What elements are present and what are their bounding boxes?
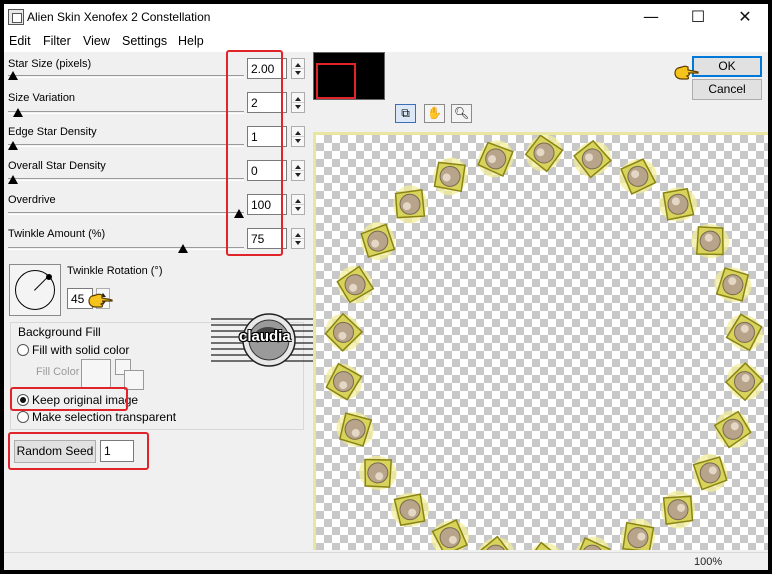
star-orb bbox=[360, 222, 396, 261]
star-orb bbox=[358, 455, 397, 490]
overdrive-spinner[interactable] bbox=[291, 194, 305, 215]
slider-label: Overall Star Density bbox=[8, 160, 106, 172]
menu-settings[interactable]: Settings bbox=[122, 34, 167, 48]
star-orb bbox=[574, 536, 611, 550]
slider-track[interactable] bbox=[8, 178, 244, 181]
size-variation-spinner[interactable] bbox=[291, 92, 305, 113]
menu-view[interactable]: View bbox=[83, 34, 110, 48]
zoom-level: 100% bbox=[694, 556, 723, 568]
navigator-thumbnail[interactable] bbox=[313, 52, 385, 100]
star-orb bbox=[391, 492, 429, 527]
star-orb bbox=[573, 139, 612, 179]
highlight-params bbox=[226, 50, 283, 256]
menu-edit[interactable]: Edit bbox=[9, 34, 31, 48]
menu-filter[interactable]: Filter bbox=[43, 34, 71, 48]
compare-icon[interactable]: ⧉ bbox=[395, 104, 416, 123]
slider-label: Star Size (pixels) bbox=[8, 58, 92, 70]
star-orb bbox=[336, 411, 374, 447]
rotation-label: Twinkle Rotation (°) bbox=[67, 265, 163, 277]
highlight-random-seed bbox=[8, 432, 149, 470]
star-orb bbox=[431, 519, 469, 550]
menu-help[interactable]: Help bbox=[178, 34, 204, 48]
title-bar: Alien Skin Xenofex 2 Constellation — ☐ ✕ bbox=[4, 4, 768, 30]
navigator-view-rect[interactable] bbox=[316, 63, 356, 99]
watermark-text: claudia bbox=[239, 328, 291, 345]
option-transparent-label[interactable]: Make selection transparent bbox=[32, 410, 176, 424]
slider-label: Twinkle Amount (%) bbox=[8, 228, 106, 240]
plugin-window: Alien Skin Xenofex 2 Constellation — ☐ ✕… bbox=[4, 4, 768, 570]
highlight-keep-original bbox=[10, 387, 128, 411]
star-orb bbox=[392, 185, 428, 224]
star-orb bbox=[713, 410, 752, 449]
twinkle-amount-spinner[interactable] bbox=[291, 228, 305, 249]
radio-transparent[interactable] bbox=[17, 411, 29, 423]
edge-star-density-spinner[interactable] bbox=[291, 126, 305, 147]
slider-track[interactable] bbox=[8, 144, 244, 147]
star-orb bbox=[524, 135, 564, 173]
preview-image bbox=[324, 135, 764, 550]
fill-color-swatch[interactable] bbox=[81, 359, 111, 389]
slider-track[interactable] bbox=[8, 212, 244, 215]
background-fill-title: Background Fill bbox=[16, 325, 103, 339]
slider-thumb[interactable] bbox=[177, 244, 188, 253]
star-orb bbox=[324, 312, 364, 352]
slider-thumb[interactable] bbox=[8, 141, 18, 150]
maximize-button[interactable]: ☐ bbox=[675, 4, 721, 30]
slider-track[interactable] bbox=[8, 247, 244, 250]
star-orb bbox=[620, 518, 656, 550]
ok-button[interactable]: OK bbox=[692, 56, 762, 77]
rotation-dial[interactable] bbox=[9, 264, 61, 316]
star-orb bbox=[724, 362, 764, 402]
star-orb bbox=[477, 140, 514, 178]
preview-canvas[interactable] bbox=[313, 132, 768, 550]
slider-label: Edge Star Density bbox=[8, 126, 97, 138]
star-orb bbox=[659, 187, 697, 222]
overall-star-density-spinner[interactable] bbox=[291, 160, 305, 181]
dial-handle[interactable] bbox=[46, 274, 52, 280]
star-orb bbox=[714, 267, 752, 303]
radio-solid-color[interactable] bbox=[17, 344, 29, 356]
pointing-hand-icon bbox=[88, 293, 113, 308]
star-orb bbox=[619, 158, 657, 195]
star-orb bbox=[691, 224, 730, 259]
star-orb bbox=[660, 490, 696, 529]
slider-track[interactable] bbox=[8, 111, 244, 114]
window-title: Alien Skin Xenofex 2 Constellation bbox=[27, 10, 211, 24]
slider-thumb[interactable] bbox=[8, 71, 18, 80]
star-orb bbox=[524, 541, 564, 550]
star-orb bbox=[325, 362, 363, 401]
star-orb bbox=[725, 313, 763, 352]
slider-thumb[interactable] bbox=[8, 175, 18, 184]
menu-bar: Edit Filter View Settings Help bbox=[4, 30, 768, 52]
slider-label: Size Variation bbox=[8, 92, 76, 104]
pointing-hand-icon bbox=[674, 65, 699, 80]
star-size-spinner[interactable] bbox=[291, 58, 305, 79]
status-bar: 100% bbox=[4, 552, 768, 570]
star-orb bbox=[432, 157, 468, 196]
star-orb bbox=[336, 265, 375, 304]
minimize-button[interactable]: — bbox=[628, 4, 674, 30]
magnifier-icon[interactable]: 🔍︎ bbox=[451, 104, 472, 123]
star-orb bbox=[476, 535, 515, 550]
hand-icon[interactable]: ✋ bbox=[424, 104, 445, 123]
app-icon bbox=[8, 9, 24, 25]
slider-thumb[interactable] bbox=[12, 108, 23, 117]
cancel-button[interactable]: Cancel bbox=[692, 79, 762, 100]
close-button[interactable]: ✕ bbox=[722, 4, 768, 30]
slider-track[interactable] bbox=[8, 75, 244, 78]
star-orb bbox=[692, 453, 728, 492]
fill-color-label: Fill Color bbox=[36, 366, 80, 378]
slider-label: Overdrive bbox=[8, 194, 56, 206]
option-solid-label[interactable]: Fill with solid color bbox=[32, 343, 129, 357]
